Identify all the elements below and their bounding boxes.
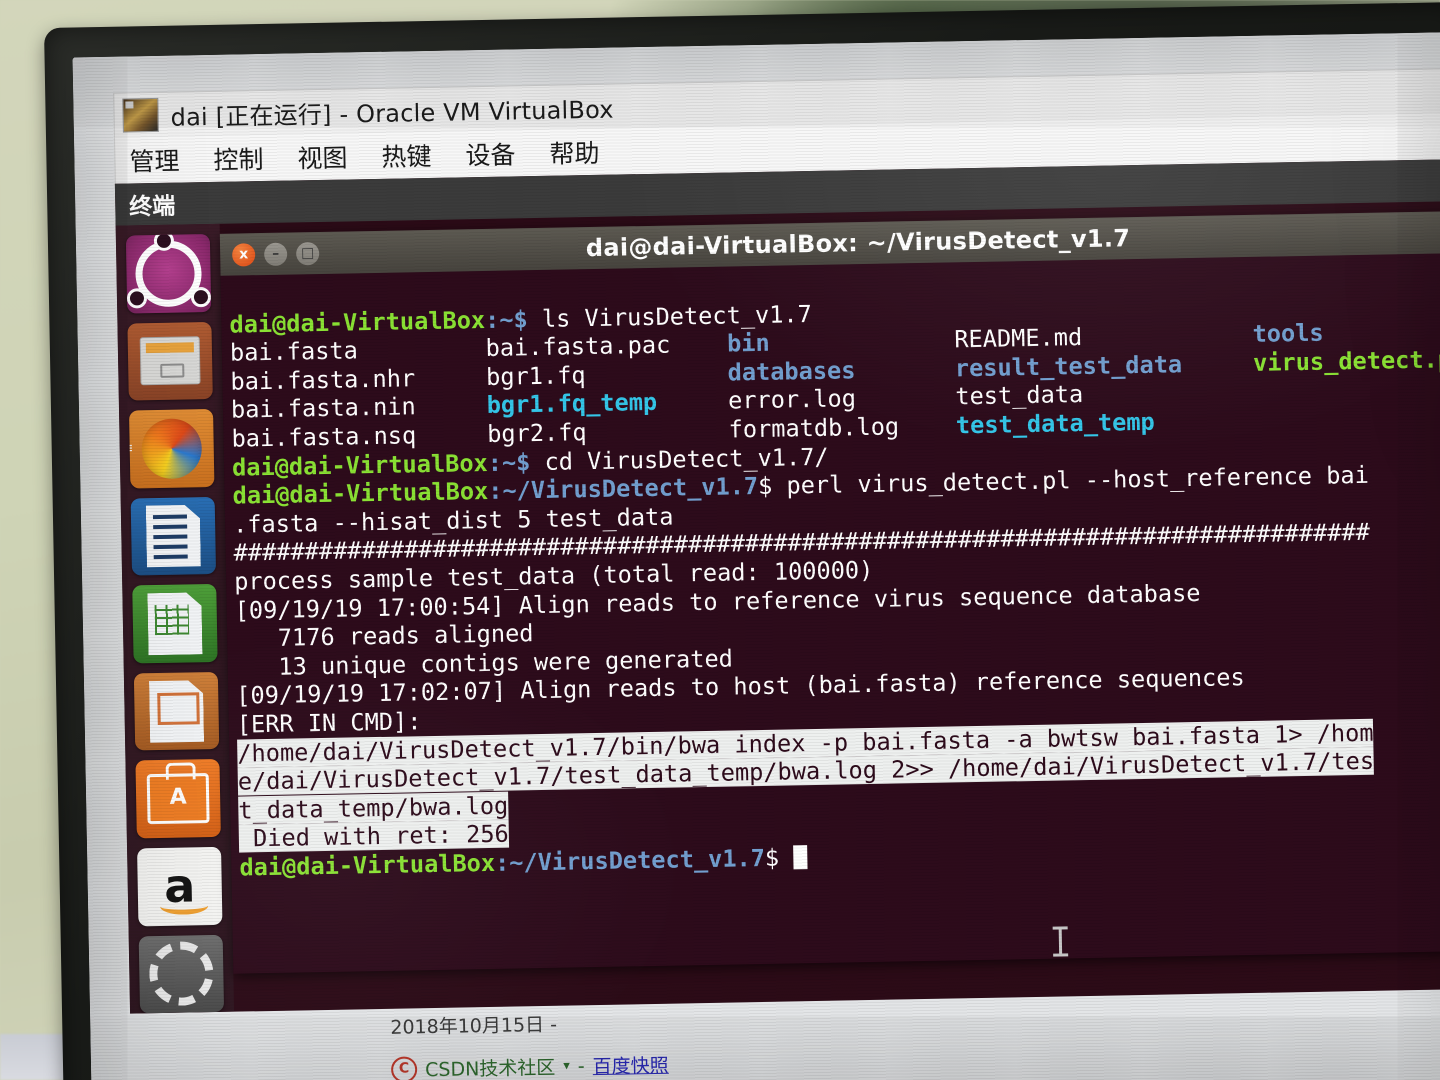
shell-prompt-user: dai@dai-VirtualBox [239,848,496,882]
ls-c1: bai.fasta.nhr [230,362,487,396]
ubuntu-software-letter: A [169,784,187,810]
screen-content: n=b 百度一下 bwa0.7.17-r1188 - hanlio902的博客 … [72,32,1440,1080]
shell-prompt-path: :~$ [484,304,543,334]
ls-c5: virus_detect.pl [1252,344,1440,377]
system-settings-icon[interactable] [138,934,225,1014]
search-result-source-row: C CSDN技术社区 ▾ - 百度快照 [390,1042,1151,1080]
ls-c3: databases [727,354,956,387]
ubuntu-dash-icon[interactable] [125,233,212,314]
ls-c3: error.log [727,382,956,415]
shell-prompt-path: :~/VirusDetect_v1.7 [494,843,766,877]
running-indicator-icon: ≡ [129,440,134,457]
vm-thumbnail-icon [122,97,159,133]
running-indicator-icon [127,361,129,378]
ls-c3: formatdb.log [728,411,957,444]
menu-item-manage[interactable]: 管理 [129,142,180,179]
briefcase-glyph: A [146,773,210,825]
menu-item-control[interactable]: 控制 [213,140,264,177]
shell-prompt-path: :~/VirusDetect_v1.7 [487,472,759,506]
csdn-logo-icon: C [390,1055,418,1080]
menu-item-help[interactable]: 帮助 [549,134,600,171]
shell-prompt-user: dai@dai-VirtualBox [231,448,488,482]
terminal-error-label: [ERR IN CMD]: [236,707,422,739]
libreoffice-calc-icon[interactable] [132,584,218,664]
menu-item-devices[interactable]: 设备 [465,135,516,172]
gear-glyph [148,941,214,1007]
ls-c2: bgr1.fq [485,358,728,391]
guest-app-menu-label[interactable]: 终端 [129,187,176,222]
firefox-icon[interactable]: ≡ [129,409,215,489]
minimize-icon[interactable]: – [263,242,288,266]
ls-c2: bai.fasta.pac [485,329,728,363]
menu-item-hotkeys[interactable]: 热键 [381,137,432,174]
terminal-window: x – □ dai@dai-VirtualBox: ~/VirusDetect_… [219,210,1440,974]
search-result-cache-link[interactable]: 百度快照 [592,1051,668,1079]
guest-desktop: 终端 ≡ A a x – □ dai@dai-VirtualBox: ~/Vir… [114,158,1440,1014]
monitor-bezel: n=b 百度一下 bwa0.7.17-r1188 - hanlio902的博客 … [44,2,1440,1080]
monitor-screen: n=b 百度一下 bwa0.7.17-r1188 - hanlio902的博客 … [72,32,1440,1080]
ls-c1: bai.fasta.nsq [231,419,488,453]
ls-c3: bin [726,325,955,358]
presentation-glyph [149,680,204,743]
amazon-icon[interactable]: a [137,846,223,926]
files-icon[interactable] [127,321,213,401]
terminal-output[interactable]: dai@dai-VirtualBox:~$ ls VirusDetect_v1.… [221,253,1440,911]
ls-c1: bai.fasta [229,334,486,367]
ls-c2: bgr1.fq_temp [486,386,729,420]
ubuntu-software-icon[interactable]: A [135,759,221,839]
shell-prompt-dollar: $ [764,843,794,872]
search-result-source[interactable]: CSDN技术社区 [425,1053,556,1080]
chevron-down-icon[interactable]: ▾ [563,1059,570,1074]
shell-prompt-user: dai@dai-VirtualBox [229,305,486,339]
shell-command: perl virus_detect.pl --host_reference ba… [786,460,1370,500]
ubuntu-logo-glyph [126,233,212,309]
amazon-letter: a [163,858,196,914]
search-result-bottom-label: CSDN博客 [1131,1076,1233,1080]
shell-command: cd VirusDetect_v1.7/ [544,442,829,476]
virtualbox-window: dai [正在运行] - Oracle VM VirtualBox 管理 控制 … [113,67,1440,1014]
shell-prompt-dollar: $ [757,471,787,501]
ls-c2: bgr2.fq [486,415,729,448]
libreoffice-writer-icon[interactable] [130,496,217,576]
window-title: dai [正在运行] - Oracle VM VirtualBox [170,95,614,132]
document-glyph [146,505,201,568]
text-cursor-icon [1058,926,1063,957]
terminal-selected-line[interactable]: Died with ret: 256 [238,819,509,853]
firefox-glyph [141,418,203,480]
shell-prompt-path: :~$ [487,447,545,477]
shell-prompt-user: dai@dai-VirtualBox [232,477,489,510]
ls-c5: tools [1252,318,1324,349]
unity-launcher: ≡ A a [115,223,235,1014]
close-icon[interactable]: x [231,242,256,267]
libreoffice-impress-icon[interactable] [133,671,220,751]
maximize-icon[interactable]: □ [295,241,320,265]
menu-item-view[interactable]: 视图 [297,138,348,175]
shell-command: ls VirusDetect_v1.7 [541,299,813,333]
separator: - [577,1054,585,1077]
terminal-selected-line[interactable]: t_data_temp/bwa.log [238,791,509,825]
terminal-cursor [793,845,808,870]
ls-c4: test_data_temp [955,405,1255,440]
folder-glyph [139,336,201,386]
photo-scene: n=b 百度一下 bwa0.7.17-r1188 - hanlio902的博客 … [0,0,1440,1080]
spreadsheet-glyph [147,592,202,655]
ls-c1: bai.fasta.nin [230,391,487,425]
